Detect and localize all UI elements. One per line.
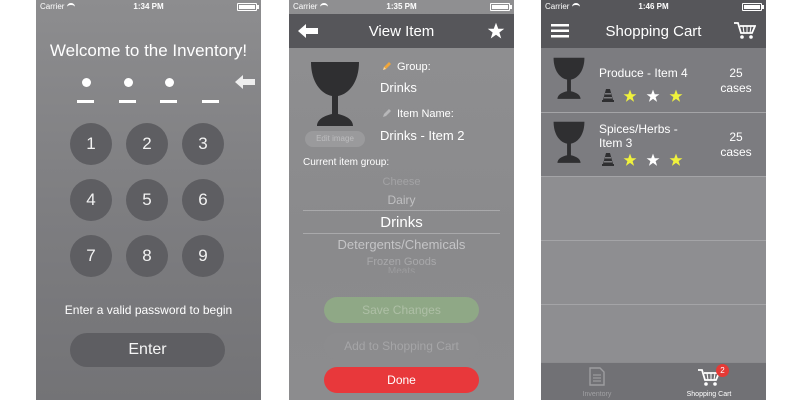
picker-selected-option[interactable]: Drinks bbox=[289, 214, 514, 231]
item-quantity: 25 cases bbox=[720, 130, 752, 159]
status-bar: Carrier 1:34 PM bbox=[36, 0, 261, 14]
add-to-cart-button[interactable]: Add to Shopping Cart bbox=[324, 333, 479, 359]
key-1[interactable]: 1 bbox=[70, 123, 112, 165]
key-9[interactable]: 9 bbox=[182, 235, 224, 277]
pin-slot-2 bbox=[119, 78, 137, 104]
item-name-value[interactable]: Drinks - Item 2 bbox=[380, 128, 465, 143]
picker-option[interactable]: Detergents/Chemicals bbox=[289, 237, 514, 252]
pin-slot-3 bbox=[160, 78, 178, 104]
table-row[interactable]: Produce - Item 4 25 cases bbox=[541, 48, 766, 112]
star-filled-icon bbox=[669, 89, 683, 102]
picker-option[interactable]: Cheese bbox=[289, 176, 514, 188]
status-time: 1:34 PM bbox=[133, 2, 164, 11]
status-bar: Carrier 1:35 PM bbox=[289, 0, 514, 14]
star-white-icon bbox=[646, 89, 660, 102]
enter-button[interactable]: Enter bbox=[70, 333, 225, 367]
star-filled-icon bbox=[623, 89, 637, 102]
status-time: 1:46 PM bbox=[638, 2, 669, 11]
cone-icon bbox=[602, 89, 614, 102]
cart-list: Produce - Item 4 25 cases Spices/Herbs - … bbox=[541, 48, 766, 363]
star-filled-icon bbox=[669, 153, 683, 166]
star-icon[interactable] bbox=[487, 22, 505, 40]
picker-option[interactable]: Dairy bbox=[289, 193, 514, 207]
group-value: Drinks bbox=[380, 80, 417, 95]
page-title: Shopping Cart bbox=[605, 23, 702, 40]
item-name: Produce - Item 4 bbox=[599, 66, 688, 80]
shopping-cart-screen: Carrier 1:46 PM Shopping Cart Produce - … bbox=[541, 0, 766, 400]
battery-icon bbox=[490, 3, 512, 11]
key-3[interactable]: 3 bbox=[182, 123, 224, 165]
row-divider bbox=[541, 304, 766, 305]
picker-divider bbox=[303, 210, 500, 211]
table-row[interactable]: Spices/Herbs - Item 3 25 cases bbox=[541, 113, 766, 176]
row-divider bbox=[541, 176, 766, 177]
cart-badge: 2 bbox=[716, 364, 729, 377]
edit-image-button[interactable]: Edit image bbox=[305, 131, 365, 147]
backspace-arrow-icon[interactable] bbox=[235, 74, 255, 90]
key-6[interactable]: 6 bbox=[182, 179, 224, 221]
row-divider bbox=[541, 240, 766, 241]
pencil-icon-disabled bbox=[383, 109, 391, 117]
login-screen: Carrier 1:34 PM Welcome to the Inventory… bbox=[36, 0, 261, 400]
save-changes-button[interactable]: Save Changes bbox=[324, 297, 479, 323]
key-8[interactable]: 8 bbox=[126, 235, 168, 277]
item-quantity: 25 cases bbox=[720, 66, 752, 95]
document-icon bbox=[589, 367, 605, 386]
pencil-icon bbox=[383, 62, 391, 70]
item-glass-icon bbox=[553, 121, 585, 163]
current-group-label: Current item group: bbox=[303, 157, 390, 168]
key-7[interactable]: 7 bbox=[70, 235, 112, 277]
picker-divider bbox=[303, 233, 500, 234]
tab-label: Inventory bbox=[582, 391, 612, 398]
view-item-screen: Carrier 1:35 PM View Item Edit image Gro… bbox=[289, 0, 514, 400]
page-title: View Item bbox=[368, 23, 435, 40]
status-time: 1:35 PM bbox=[386, 2, 417, 11]
key-5[interactable]: 5 bbox=[126, 179, 168, 221]
item-name-label: Item Name: bbox=[397, 108, 454, 120]
welcome-title: Welcome to the Inventory! bbox=[49, 41, 248, 60]
battery-icon bbox=[237, 3, 259, 11]
key-2[interactable]: 2 bbox=[126, 123, 168, 165]
nav-bar: View Item bbox=[289, 14, 514, 48]
pin-slot-1 bbox=[77, 78, 95, 104]
cart-icon[interactable] bbox=[734, 22, 756, 40]
tab-label: Shopping Cart bbox=[686, 391, 732, 398]
tab-inventory[interactable]: Inventory bbox=[541, 363, 653, 400]
item-glass-icon bbox=[553, 57, 585, 99]
item-name: Spices/Herbs - Item 3 bbox=[599, 122, 678, 150]
star-filled-icon bbox=[623, 153, 637, 166]
tab-bar: Inventory 2 Shopping Cart bbox=[541, 362, 766, 400]
tab-shopping-cart[interactable]: 2 Shopping Cart bbox=[653, 363, 765, 400]
group-label: Group: bbox=[397, 61, 431, 73]
cone-icon bbox=[602, 153, 614, 166]
password-hint: Enter a valid password to begin bbox=[64, 303, 233, 317]
pin-slot-4 bbox=[202, 78, 220, 104]
battery-icon bbox=[742, 3, 764, 11]
item-image-glass bbox=[311, 62, 359, 126]
status-bar: Carrier 1:46 PM bbox=[541, 0, 766, 14]
key-4[interactable]: 4 bbox=[70, 179, 112, 221]
star-white-icon bbox=[646, 153, 660, 166]
done-button[interactable]: Done bbox=[324, 367, 479, 393]
picker-option[interactable]: Meats bbox=[289, 267, 514, 273]
nav-bar: Shopping Cart bbox=[541, 14, 766, 48]
